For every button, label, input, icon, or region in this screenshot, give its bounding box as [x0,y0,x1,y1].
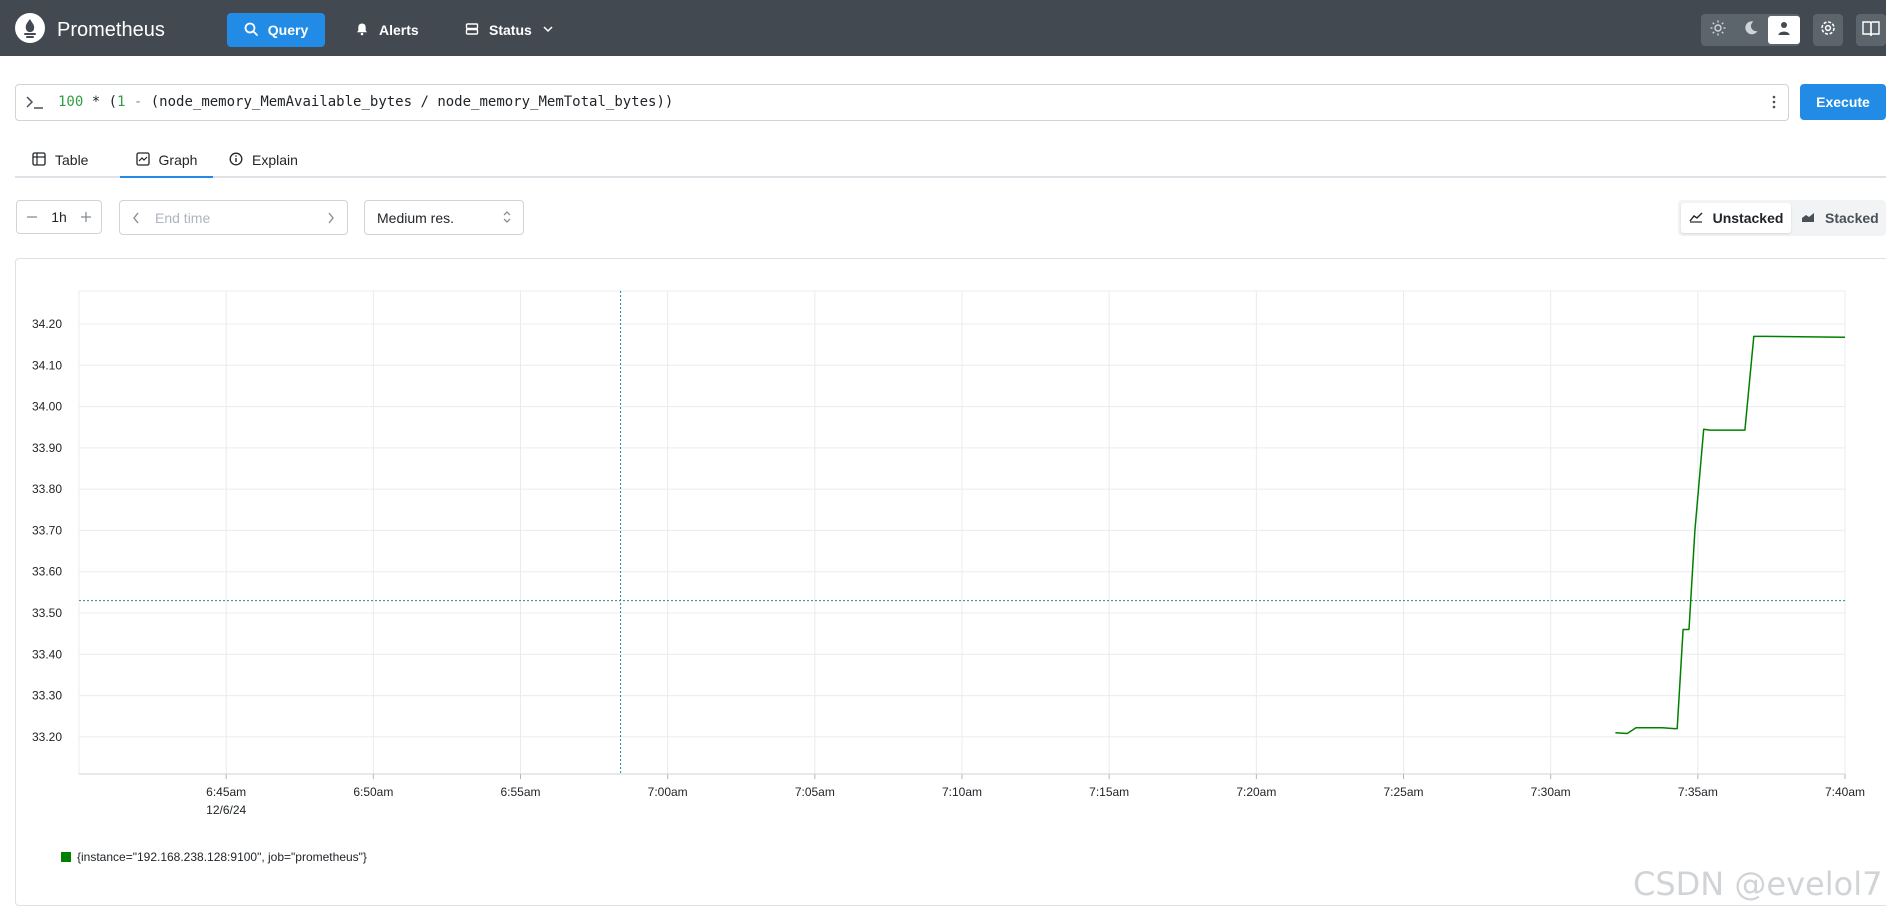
query-number-token: 100 [58,94,84,110]
query-input[interactable]: 100 * (1 - (node_memory_MemAvailable_byt… [15,84,1789,121]
plus-icon[interactable] [80,209,91,225]
execute-button[interactable]: Execute [1800,84,1886,120]
search-icon [244,22,268,39]
server-icon [465,22,489,39]
range-control: 1h [16,200,102,234]
nav-alerts-button[interactable]: Alerts [355,13,419,47]
resolution-value: Medium res. [377,210,455,226]
gear-icon [1819,19,1837,42]
browser-theme-button[interactable] [1768,16,1800,44]
tab-graph[interactable]: Graph [120,144,213,178]
table-icon [32,151,55,169]
terminal-prompt-icon [25,93,45,116]
y-tick-label: 33.90 [32,441,62,455]
chevron-left-icon[interactable] [132,211,140,229]
y-tick-label: 34.00 [32,400,62,414]
app-title: Prometheus [57,19,165,41]
unstacked-button[interactable]: Unstacked [1681,203,1791,233]
nav-query-label: Query [267,22,309,38]
stack-mode-toggle: Unstacked Stacked [1678,200,1886,236]
unstacked-label: Unstacked [1712,210,1784,226]
kebab-menu-icon[interactable] [1772,94,1776,115]
book-icon [1862,20,1880,41]
top-navbar: Prometheus Query Alerts Status [0,0,1886,56]
resolution-select[interactable]: Medium res. [364,200,524,235]
y-tick-label: 34.10 [32,358,62,372]
area-chart-icon [1801,210,1825,226]
x-tick-label: 7:20am [1236,785,1276,799]
stacked-button[interactable]: Stacked [1801,203,1879,233]
tab-table[interactable]: Table [32,144,88,176]
info-icon [229,152,252,169]
updown-chevron-icon [503,210,511,227]
query-expression[interactable]: 100 * (1 - (node_memory_MemAvailable_byt… [58,94,673,110]
y-tick-label: 33.60 [32,565,62,579]
series-line[interactable] [1615,335,1846,735]
chart-legend[interactable]: {instance="192.168.238.128:9100", job="p… [61,850,367,864]
minus-icon[interactable] [27,209,37,225]
y-tick-label: 33.30 [32,689,62,703]
stacked-label: Stacked [1825,210,1879,226]
x-tick-label: 7:30am [1531,785,1571,799]
line-chart-icon [1689,210,1713,226]
y-tick-label: 33.70 [32,523,62,537]
nav-query-button[interactable]: Query [227,13,325,47]
x-date-label: 12/6/24 [206,803,246,817]
user-icon [1776,20,1792,41]
y-tick-label: 33.50 [32,606,62,620]
docs-button[interactable] [1856,14,1886,46]
x-tick-label: 7:40am [1825,785,1865,799]
range-input[interactable]: 1h [51,209,67,225]
x-tick-label: 6:55am [500,785,540,799]
legend-series-label: {instance="192.168.238.128:9100", job="p… [77,850,367,864]
tab-explain-label: Explain [252,152,298,168]
x-tick-label: 6:50am [353,785,393,799]
line-chart[interactable]: 34.20 34.10 34.00 33.90 33.80 33.70 33.60 33.50… [16,259,1886,859]
query-metric-token: (node_memory_MemAvailable_bytes / node_m… [150,94,674,110]
x-tick-label: 7:25am [1383,785,1423,799]
tab-explain[interactable]: Explain [213,144,298,176]
dark-theme-button[interactable] [1735,16,1767,44]
nav-status-label: Status [489,22,532,38]
x-tick-label: 7:05am [795,785,835,799]
y-tick-label: 33.20 [32,730,62,744]
query-operator-token: - [125,94,151,110]
moon-icon [1743,20,1759,41]
x-tick-label: 7:10am [942,785,982,799]
prometheus-logo-icon [15,13,45,48]
tab-table-label: Table [55,152,89,168]
y-tick-label: 33.40 [32,647,62,661]
chart-icon [135,151,159,169]
end-time-placeholder: End time [155,210,211,226]
watermark: CSDN @evelol7 [1633,865,1883,903]
graph-panel: 34.20 34.10 34.00 33.90 33.80 33.70 33.60 33.50… [15,258,1886,906]
light-theme-button[interactable] [1702,16,1734,44]
x-tick-label: 6:45am [206,785,246,799]
bell-icon [355,22,379,39]
tab-graph-label: Graph [158,152,198,168]
y-tick-label: 33.80 [32,482,62,496]
chevron-down-icon [542,22,564,38]
x-tick-label: 7:00am [648,785,688,799]
chevron-right-icon[interactable] [327,211,335,229]
x-tick-label: 7:15am [1089,785,1129,799]
settings-button[interactable] [1813,14,1843,46]
nav-alerts-label: Alerts [379,22,419,38]
result-tabs: Table Graph Explain [15,144,1886,178]
y-tick-label: 34.20 [32,317,62,331]
end-time-picker[interactable]: End time [119,200,348,235]
query-operator-token: * ( [83,94,118,110]
legend-swatch [61,852,71,862]
theme-toggle-group [1701,14,1800,46]
nav-status-dropdown[interactable]: Status [465,13,564,47]
x-tick-label: 7:35am [1678,785,1718,799]
sun-icon [1710,20,1726,41]
brand[interactable]: Prometheus [15,13,165,48]
